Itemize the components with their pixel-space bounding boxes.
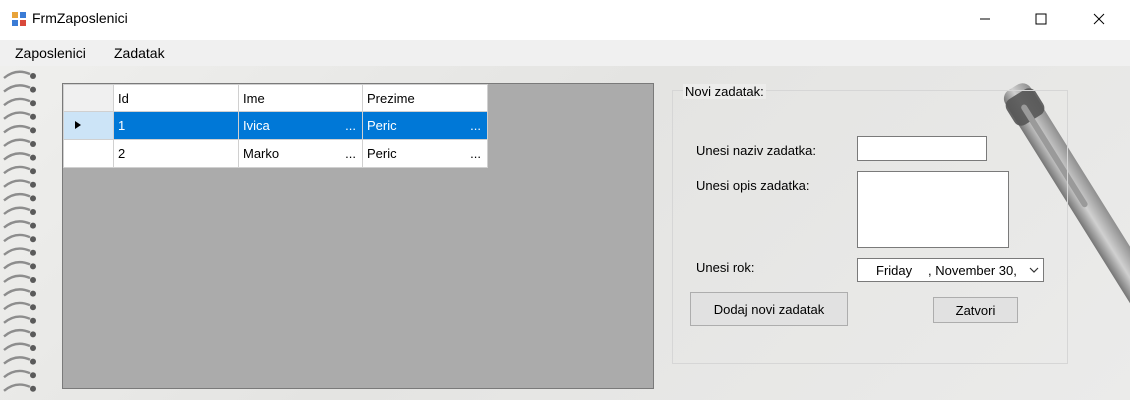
task-name-label: Unesi naziv zadatka: (696, 143, 816, 158)
menu-bar: Zaposlenici Zadatak (0, 40, 1130, 66)
app-form-icon (12, 12, 26, 26)
title-bar: FrmZaposlenici (0, 0, 1130, 38)
deadline-datepicker[interactable]: Friday , November 30, (857, 258, 1044, 282)
new-task-group-title: Novi zadatak: (683, 84, 766, 99)
task-description-textarea[interactable] (857, 171, 1009, 248)
deadline-day: Friday (876, 263, 913, 278)
task-name-input[interactable] (857, 136, 987, 161)
window-title: FrmZaposlenici (32, 10, 128, 26)
maximize-button[interactable] (1012, 0, 1070, 38)
chevron-down-icon (1029, 267, 1039, 273)
maximize-icon (1035, 13, 1047, 25)
menu-zadatak[interactable]: Zadatak (114, 45, 165, 61)
deadline-label: Unesi rok: (696, 260, 755, 275)
close-icon (1093, 13, 1105, 25)
add-task-button[interactable]: Dodaj novi zadatak (690, 292, 848, 326)
client-area: Id Ime Prezime 1 Ivica... Peric... 2 Mar… (0, 66, 1130, 400)
deadline-date: , November 30, (928, 263, 1017, 278)
minimize-button[interactable] (956, 0, 1014, 38)
menu-zaposlenici[interactable]: Zaposlenici (15, 45, 86, 61)
task-description-label: Unesi opis zadatka: (696, 178, 810, 193)
close-button[interactable]: Zatvori (933, 297, 1018, 323)
close-window-button[interactable] (1070, 0, 1128, 38)
minimize-icon (980, 18, 990, 20)
